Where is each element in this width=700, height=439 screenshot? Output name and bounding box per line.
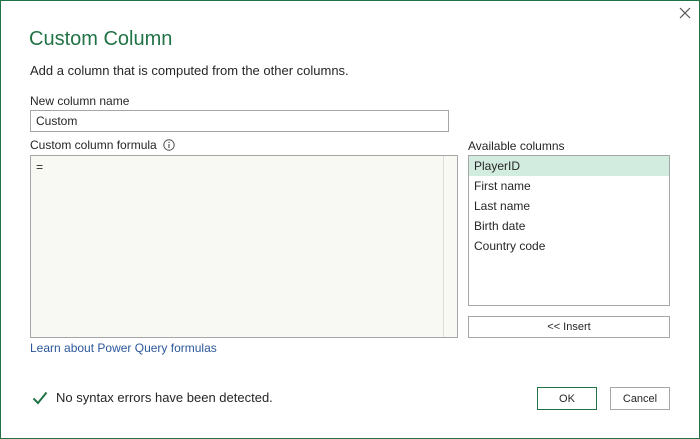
formula-label-row: Custom column formula <box>30 138 175 152</box>
column-item-country-code[interactable]: Country code <box>469 236 669 256</box>
new-column-name-input[interactable] <box>30 110 449 132</box>
learn-formulas-link[interactable]: Learn about Power Query formulas <box>30 341 217 355</box>
status-text: No syntax errors have been detected. <box>56 390 273 405</box>
available-columns-list: PlayerID First name Last name Birth date… <box>468 155 670 306</box>
new-column-name-label: New column name <box>30 94 130 108</box>
formula-editor[interactable]: = <box>30 155 458 338</box>
close-icon <box>679 7 691 19</box>
formula-label: Custom column formula <box>30 138 157 152</box>
close-button[interactable] <box>674 3 696 23</box>
available-columns-label: Available columns <box>468 139 565 153</box>
insert-button[interactable]: << Insert <box>468 316 670 338</box>
dialog-title: Custom Column <box>29 28 173 50</box>
column-item-playerid[interactable]: PlayerID <box>469 156 669 176</box>
ok-button[interactable]: OK <box>537 387 597 410</box>
info-icon[interactable] <box>163 139 175 151</box>
cancel-button[interactable]: Cancel <box>610 387 670 410</box>
check-icon <box>32 391 48 404</box>
formula-scrollbar-divider <box>443 156 444 337</box>
custom-column-dialog: Custom Column Add a column that is compu… <box>0 0 700 439</box>
syntax-status: No syntax errors have been detected. <box>32 390 273 405</box>
column-item-birth-date[interactable]: Birth date <box>469 216 669 236</box>
dialog-subtitle: Add a column that is computed from the o… <box>30 63 349 78</box>
column-item-last-name[interactable]: Last name <box>469 196 669 216</box>
formula-text: = <box>36 161 44 175</box>
column-item-first-name[interactable]: First name <box>469 176 669 196</box>
